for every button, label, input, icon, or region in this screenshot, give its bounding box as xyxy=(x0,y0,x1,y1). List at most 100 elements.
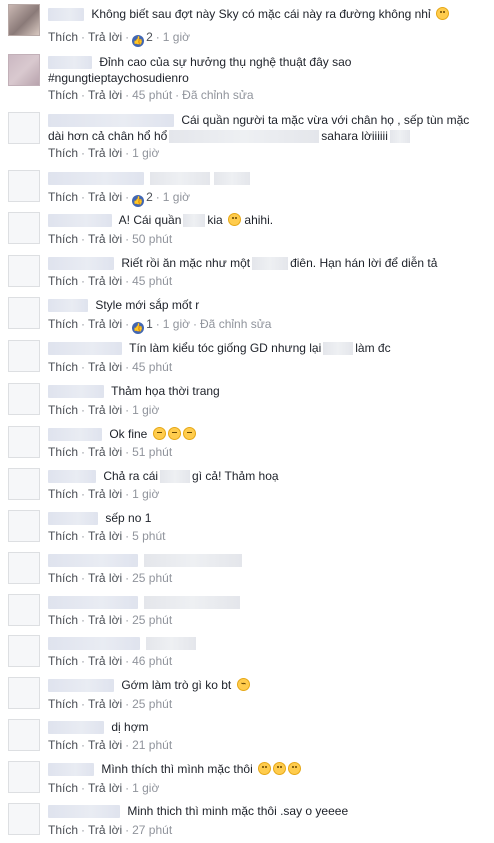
author-name-redacted[interactable] xyxy=(48,554,138,568)
avatar[interactable] xyxy=(8,212,40,244)
avatar[interactable] xyxy=(8,719,40,751)
avatar[interactable] xyxy=(8,510,40,542)
reply-link[interactable]: Trả lời xyxy=(88,738,122,752)
author-name-redacted[interactable] xyxy=(48,637,140,651)
timestamp[interactable]: 25 phút xyxy=(132,613,172,627)
timestamp[interactable]: 1 giờ xyxy=(132,146,159,160)
timestamp[interactable]: 45 phút xyxy=(132,274,172,288)
author-name-redacted[interactable] xyxy=(48,805,120,819)
timestamp[interactable]: 1 giờ xyxy=(163,317,190,331)
author-name-redacted[interactable] xyxy=(48,470,96,484)
timestamp[interactable]: 45 phút xyxy=(132,360,172,374)
author-name-redacted[interactable] xyxy=(48,596,138,610)
like-link[interactable]: Thích xyxy=(48,487,78,501)
reply-link[interactable]: Trả lời xyxy=(88,146,122,160)
like-link[interactable]: Thích xyxy=(48,781,78,795)
avatar[interactable] xyxy=(8,255,40,287)
timestamp[interactable]: 5 phút xyxy=(132,529,165,543)
timestamp[interactable]: 1 giờ xyxy=(132,781,159,795)
reply-link[interactable]: Trả lời xyxy=(88,571,122,585)
like-link[interactable]: Thích xyxy=(48,613,78,627)
like-link[interactable]: Thích xyxy=(48,529,78,543)
like-link[interactable]: Thích xyxy=(48,30,78,44)
avatar[interactable] xyxy=(8,4,40,36)
like-link[interactable]: Thích xyxy=(48,232,78,246)
reply-link[interactable]: Trả lời xyxy=(88,274,122,288)
reply-link[interactable]: Trả lời xyxy=(88,654,122,668)
reply-link[interactable]: Trả lời xyxy=(88,190,122,204)
like-count[interactable]: 1 xyxy=(146,317,153,331)
author-name-redacted[interactable] xyxy=(48,512,98,526)
avatar[interactable] xyxy=(8,340,40,372)
timestamp[interactable]: 27 phút xyxy=(132,823,172,837)
author-name-redacted[interactable] xyxy=(48,428,102,442)
timestamp[interactable]: 1 giờ xyxy=(132,487,159,501)
reply-link[interactable]: Trả lời xyxy=(88,360,122,374)
author-name-redacted[interactable] xyxy=(48,114,174,128)
reply-link[interactable]: Trả lời xyxy=(88,613,122,627)
reply-link[interactable]: Trả lời xyxy=(88,823,122,837)
author-name-redacted[interactable] xyxy=(48,385,104,399)
author-name-redacted[interactable] xyxy=(48,763,94,777)
timestamp[interactable]: 1 giờ xyxy=(132,403,159,417)
timestamp[interactable]: 46 phút xyxy=(132,654,172,668)
reply-link[interactable]: Trả lời xyxy=(88,317,122,331)
like-link[interactable]: Thích xyxy=(48,88,78,102)
like-link[interactable]: Thích xyxy=(48,403,78,417)
hashtag-link[interactable]: #ngungtieptaychosudienro xyxy=(48,71,189,85)
avatar[interactable] xyxy=(8,426,40,458)
author-name-redacted[interactable] xyxy=(48,679,114,693)
avatar[interactable] xyxy=(8,297,40,329)
author-name-redacted[interactable] xyxy=(48,56,92,70)
avatar[interactable] xyxy=(8,635,40,667)
reply-link[interactable]: Trả lời xyxy=(88,232,122,246)
author-name-redacted[interactable] xyxy=(48,721,104,735)
timestamp[interactable]: 1 giờ xyxy=(163,30,190,44)
author-name-redacted[interactable] xyxy=(48,172,144,186)
avatar[interactable] xyxy=(8,594,40,626)
like-link[interactable]: Thích xyxy=(48,823,78,837)
avatar[interactable] xyxy=(8,112,40,144)
avatar[interactable] xyxy=(8,383,40,415)
like-link[interactable]: Thích xyxy=(48,190,78,204)
timestamp[interactable]: 25 phút xyxy=(132,697,172,711)
like-link[interactable]: Thích xyxy=(48,360,78,374)
author-name-redacted[interactable] xyxy=(48,342,122,356)
like-count[interactable]: 2 xyxy=(146,190,153,204)
timestamp[interactable]: 50 phút xyxy=(132,232,172,246)
like-link[interactable]: Thích xyxy=(48,697,78,711)
avatar[interactable] xyxy=(8,468,40,500)
like-link[interactable]: Thích xyxy=(48,654,78,668)
avatar[interactable] xyxy=(8,552,40,584)
timestamp[interactable]: 45 phút xyxy=(132,88,172,102)
like-link[interactable]: Thích xyxy=(48,274,78,288)
avatar[interactable] xyxy=(8,677,40,709)
edited-label[interactable]: Đã chỉnh sửa xyxy=(182,88,253,102)
avatar[interactable] xyxy=(8,803,40,835)
like-link[interactable]: Thích xyxy=(48,738,78,752)
reply-link[interactable]: Trả lời xyxy=(88,403,122,417)
like-count[interactable]: 2 xyxy=(146,30,153,44)
edited-label[interactable]: Đã chỉnh sửa xyxy=(200,317,271,331)
reply-link[interactable]: Trả lời xyxy=(88,30,122,44)
reply-link[interactable]: Trả lời xyxy=(88,781,122,795)
author-name-redacted[interactable] xyxy=(48,8,84,22)
reply-link[interactable]: Trả lời xyxy=(88,88,122,102)
timestamp[interactable]: 21 phút xyxy=(132,738,172,752)
reply-link[interactable]: Trả lời xyxy=(88,487,122,501)
reply-link[interactable]: Trả lời xyxy=(88,697,122,711)
avatar[interactable] xyxy=(8,170,40,202)
timestamp[interactable]: 1 giờ xyxy=(163,190,190,204)
author-name-redacted[interactable] xyxy=(48,214,112,228)
reply-link[interactable]: Trả lời xyxy=(88,529,122,543)
like-link[interactable]: Thích xyxy=(48,146,78,160)
avatar[interactable] xyxy=(8,761,40,793)
author-name-redacted[interactable] xyxy=(48,299,88,313)
timestamp[interactable]: 25 phút xyxy=(132,571,172,585)
like-link[interactable]: Thích xyxy=(48,571,78,585)
author-name-redacted[interactable] xyxy=(48,257,114,271)
like-link[interactable]: Thích xyxy=(48,445,78,459)
timestamp[interactable]: 51 phút xyxy=(132,445,172,459)
like-link[interactable]: Thích xyxy=(48,317,78,331)
avatar[interactable] xyxy=(8,54,40,86)
